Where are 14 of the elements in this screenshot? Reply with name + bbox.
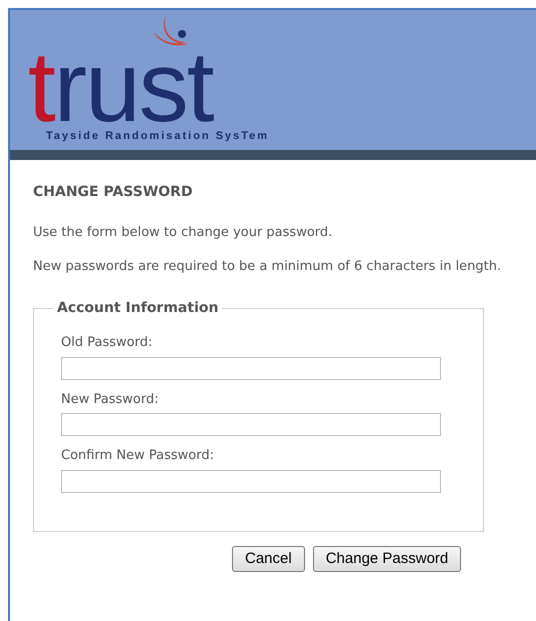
- form-button[interactable]: Cancel: [232, 546, 305, 572]
- intro-text: Use the form below to change your password.: [33, 224, 332, 242]
- fieldset-legend: Account Information: [53, 298, 222, 319]
- field-label: Old Password:: [61, 334, 152, 352]
- logo-subtitle: Tayside Randomisation SysTem: [46, 129, 270, 144]
- form-button[interactable]: Change Password: [312, 546, 462, 572]
- field-label: Confirm New Password:: [61, 447, 214, 465]
- password-field[interactable]: [61, 356, 441, 380]
- page-heading: CHANGE PASSWORD: [33, 183, 193, 202]
- logo-wordmark: trust: [28, 48, 212, 126]
- field-label: New Password:: [61, 390, 159, 408]
- password-field[interactable]: [61, 470, 441, 492]
- password-rule-text: New passwords are required to be a minimum of 6 characters in length.: [33, 258, 502, 276]
- password-field[interactable]: [61, 413, 441, 436]
